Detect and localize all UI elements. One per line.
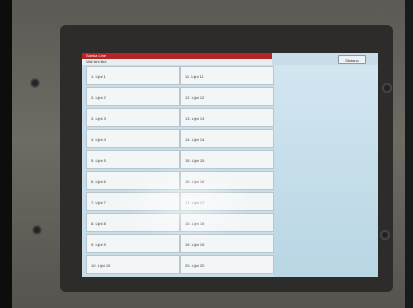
- line-button[interactable]: 10. Lijni 10: [86, 255, 180, 274]
- line-button[interactable]: 4. Lijni 4: [86, 129, 180, 148]
- line-button[interactable]: 20. Lijni 20: [180, 255, 274, 274]
- screw-icon: [32, 225, 42, 235]
- line-button[interactable]: 5. Lijni 5: [86, 150, 180, 169]
- screw-icon: [380, 230, 390, 240]
- line-button[interactable]: 2. Lijni 2: [86, 87, 180, 106]
- line-button[interactable]: 6. Lijni 6: [86, 171, 180, 190]
- side-panel: [274, 65, 378, 277]
- line-button[interactable]: 14. Lijni 14: [180, 129, 274, 148]
- line-button[interactable]: 13. Lijni 13: [180, 108, 274, 127]
- line-button[interactable]: 17. Lijni 17: [180, 192, 274, 211]
- line-button[interactable]: 19. Lijni 19: [180, 234, 274, 253]
- line-button[interactable]: 18. Lijni 18: [180, 213, 274, 232]
- line-button[interactable]: 15. Lijni 15: [180, 150, 274, 169]
- line-button[interactable]: 16. Lijni 16: [180, 171, 274, 190]
- screw-icon: [382, 83, 392, 93]
- line-list-right: 11. Lijni 11 12. Lijni 12 13. Lijni 13 1…: [180, 66, 274, 276]
- line-button[interactable]: 11. Lijni 11: [180, 66, 274, 85]
- line-button[interactable]: 7. Lijni 7: [86, 192, 180, 211]
- right-edge: [405, 0, 413, 308]
- line-button[interactable]: 9. Lijni 9: [86, 234, 180, 253]
- screw-icon: [30, 78, 40, 88]
- line-list-left: 1. Lijni 1 2. Lijni 2 3. Lijni 3 4. Lijn…: [86, 66, 180, 276]
- line-button[interactable]: 1. Lijni 1: [86, 66, 180, 85]
- window-subtitle: Vali sini liini: [82, 59, 272, 65]
- left-edge: [0, 0, 12, 308]
- line-button[interactable]: 12. Lijni 12: [180, 87, 274, 106]
- touch-screen: Sanka Line Vali sini liini Ststano 1. Li…: [82, 53, 378, 277]
- line-button[interactable]: 8. Lijni 8: [86, 213, 180, 232]
- line-button[interactable]: 3. Lijni 3: [86, 108, 180, 127]
- close-button[interactable]: Ststano: [338, 55, 366, 64]
